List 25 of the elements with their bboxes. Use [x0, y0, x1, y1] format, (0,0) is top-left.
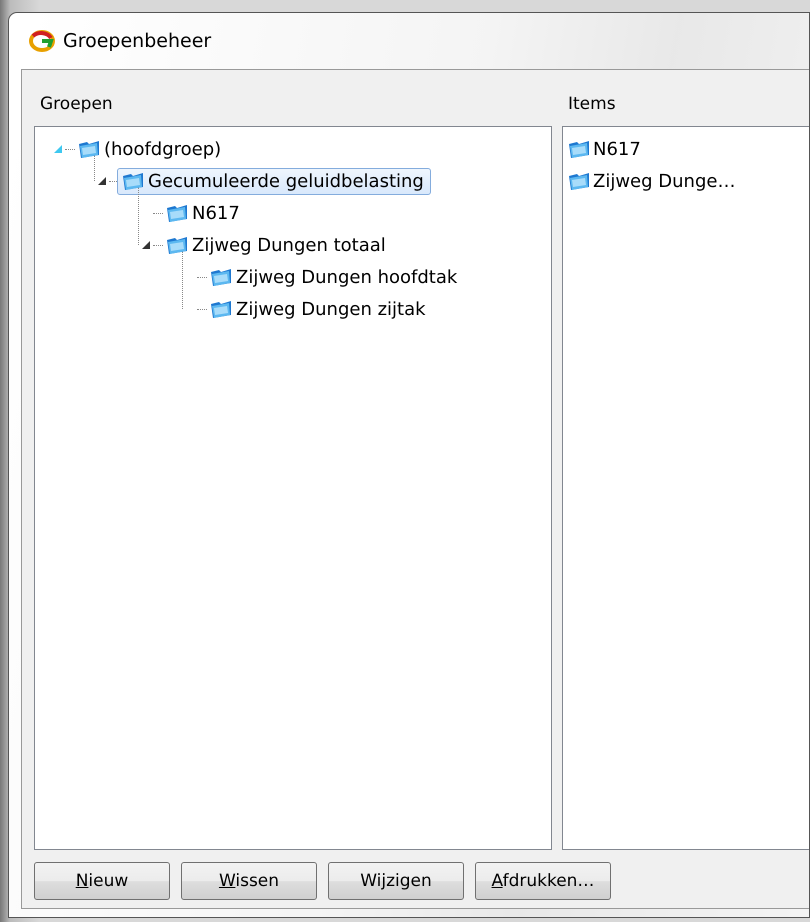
tree-item[interactable]: Zijweg Dungen hoofdtak: [205, 264, 464, 290]
window-title: Groepenbeheer: [63, 30, 212, 52]
dialog-button[interactable]: Afdrukken…: [475, 862, 611, 900]
folder-icon: [209, 298, 233, 320]
items-label: Items: [568, 93, 617, 116]
tree-item[interactable]: Zijweg Dungen totaal: [161, 232, 393, 258]
tree-item[interactable]: Gecumuleerde geluidbelasting: [117, 168, 431, 194]
expander-icon[interactable]: [97, 176, 107, 186]
folder-icon: [209, 266, 233, 288]
list-item[interactable]: N617: [593, 138, 641, 160]
tree-item[interactable]: Zijweg Dungen zijtak: [205, 296, 433, 322]
folder-icon: [165, 202, 189, 224]
folder-icon: [567, 170, 591, 192]
groups-label: Groepen: [40, 93, 114, 116]
tree-item[interactable]: (hoofdgroep): [73, 136, 228, 162]
app-logo-icon: [29, 30, 55, 52]
tree-item[interactable]: N617: [161, 200, 247, 226]
folder-icon: [77, 138, 101, 160]
dialog-button[interactable]: Wissen: [181, 862, 317, 900]
dialog-button[interactable]: Wijzigen: [328, 862, 464, 900]
expander-icon[interactable]: [141, 240, 151, 250]
folder-icon: [567, 138, 591, 160]
dialog-button[interactable]: Nieuw: [34, 862, 170, 900]
folder-icon: [165, 234, 189, 256]
list-item[interactable]: Zijweg Dunge…: [593, 170, 736, 192]
